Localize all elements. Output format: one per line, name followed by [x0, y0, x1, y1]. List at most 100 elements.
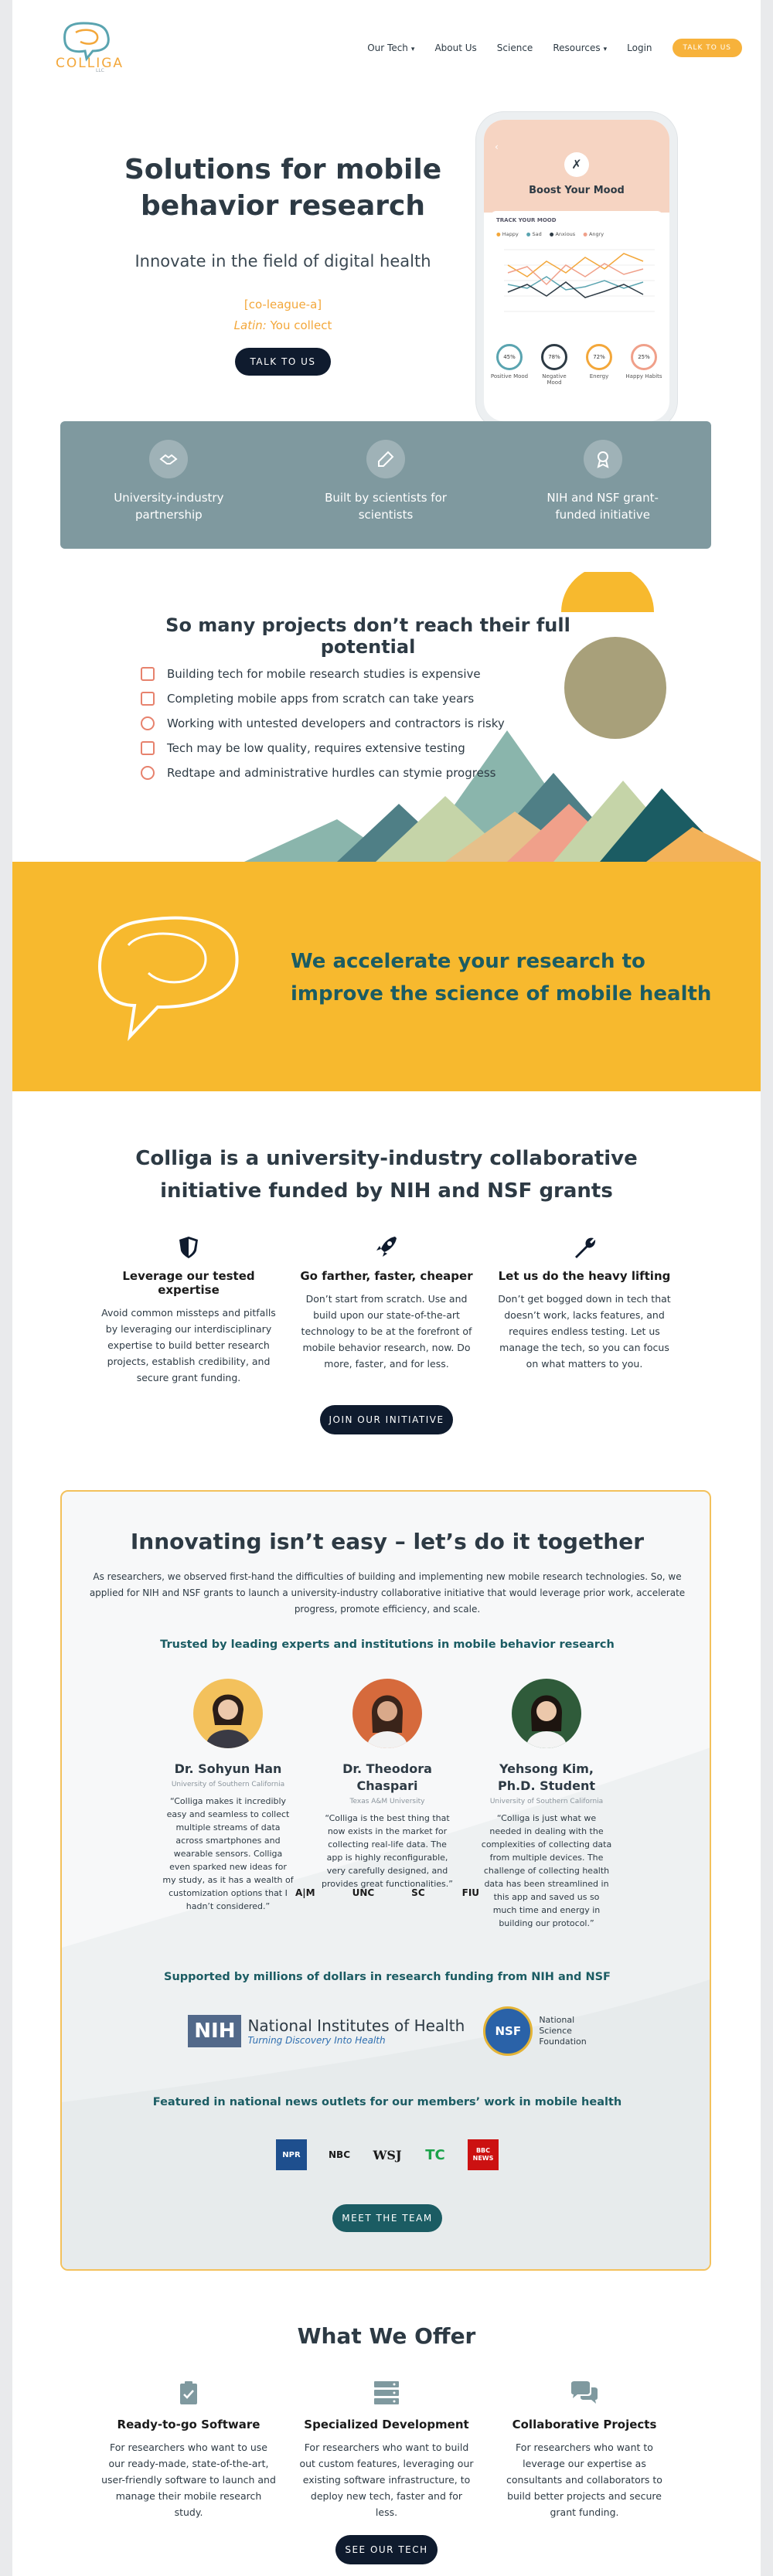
feature-partnership-label: University-industry partnership [114, 491, 224, 522]
nih-name: National Institutes of Health [247, 2016, 465, 2035]
fiu-logo: FIU [461, 1887, 480, 1898]
latin-text: You collect [270, 318, 332, 332]
wsj-logo: WSJ [373, 2147, 402, 2163]
collab-title: Colliga is a university-industry collabo… [135, 1147, 638, 1203]
legend-swatch: ● [549, 231, 554, 237]
problem-item: Working with untested developers and con… [141, 711, 512, 736]
nih-text: National Institutes of Health Turning Di… [247, 2016, 465, 2046]
techcrunch-logo: TC [425, 2146, 445, 2163]
npr-logo: NPR [276, 2139, 307, 2170]
stat-ring: 25% [631, 344, 657, 370]
stat-label: Happy Habits [625, 373, 662, 379]
stat-habits: 25% Happy Habits [625, 344, 663, 386]
calendar-icon [141, 692, 155, 706]
top-nav: COLLIGA LLC Our Tech ▾ About Us Science R… [12, 0, 761, 85]
legend-label: Sad [532, 231, 542, 237]
join-initiative-button[interactable]: JOIN OUR INITIATIVE [320, 1405, 453, 1434]
usc-logo: SC [411, 1887, 425, 1898]
nav-login[interactable]: Login [627, 43, 652, 53]
nsf-name-line: Science [539, 2026, 572, 2036]
legend-label: Anxious [555, 231, 576, 237]
nav-talk-to-us-button[interactable]: TALK TO US [672, 39, 742, 57]
collab-col-heading: Leverage our tested expertise [122, 1269, 255, 1297]
nsf-mark: NSF [483, 2006, 533, 2056]
testimonial-quote: “Colliga is the best thing that now exis… [322, 1813, 453, 1889]
server-icon [298, 2380, 475, 2418]
phone-header: ‹ ✗ Boost Your Mood [484, 120, 669, 213]
nav-resources[interactable]: Resources ▾ [553, 43, 607, 53]
hero-talk-to-us-button[interactable]: TALK TO US [235, 348, 331, 376]
colliga-outline-logo [98, 916, 239, 1041]
chevron-down-icon: ▾ [603, 46, 608, 53]
rocket-icon [298, 1235, 475, 1269]
stat-positive: 45% Positive Mood [490, 344, 529, 386]
collab-col-expertise: Leverage our tested expertise Avoid comm… [90, 1235, 288, 1386]
meet-team-button[interactable]: MEET THE TEAM [332, 2204, 442, 2232]
nih-mark: NIH [188, 2015, 242, 2047]
avatar [512, 1679, 581, 1748]
nbc-logo: NBC [329, 2149, 350, 2160]
phone-stats: 45% Positive Mood 78% Negative Mood 72% Ene… [490, 344, 663, 386]
phone-header-title: Boost Your Mood [529, 185, 625, 196]
nsf-name-line: National [539, 2015, 575, 2025]
wrench-icon [496, 1235, 673, 1269]
see-our-tech-button[interactable]: SEE OUR TECH [335, 2535, 438, 2564]
problems-list: Building tech for mobile research studie… [141, 662, 512, 785]
accelerate-text: We accelerate your research to improve t… [291, 945, 711, 1010]
problem-text: Working with untested developers and con… [167, 716, 505, 730]
mood-chart-card: TRACK YOUR MOOD ● Happy ● Sad ● Anxious … [490, 211, 663, 335]
feature-scientists: Built by scientists for scientists [278, 421, 495, 549]
problem-text: Tech may be low quality, requires extens… [167, 741, 465, 755]
problem-item: Tech may be low quality, requires extens… [141, 736, 512, 761]
featured-heading: Featured in national news outlets for ou… [152, 2096, 622, 2108]
nav-our-tech-label: Our Tech [367, 43, 408, 53]
legend-swatch: ● [526, 231, 531, 237]
logo-subtext: LLC [96, 68, 104, 73]
logo-text: COLLIGA [56, 56, 124, 71]
offer-col-heading: Specialized Development [304, 2418, 469, 2431]
flask-icon [366, 440, 405, 478]
avatar [352, 1679, 422, 1748]
stat-label: Negative Mood [542, 373, 567, 386]
handshake-icon [149, 440, 189, 478]
testimonial-affiliation: University of Southern California [489, 1798, 604, 1805]
nih-logo: NIH National Institutes of Health Turnin… [188, 2015, 465, 2047]
nsf-logo: NSF National Science Foundation [483, 2006, 587, 2056]
funder-logos: NIH National Institutes of Health Turnin… [62, 2006, 710, 2056]
hero-subtitle: Innovate in the field of digital health [135, 252, 431, 271]
feature-grants-label: NIH and NSF grant-funded initiative [547, 491, 659, 522]
track-label: TRACK YOUR MOOD [496, 217, 557, 223]
nav-science[interactable]: Science [497, 43, 533, 53]
nav-about-us[interactable]: About Us [434, 43, 476, 53]
together-title: Innovating isn’t easy – let’s do it toge… [130, 1529, 645, 1554]
shield-icon [100, 1235, 277, 1269]
broken-link-icon [141, 741, 155, 755]
accelerate-band: We accelerate your research to improve t… [12, 862, 761, 1091]
avatar [193, 1679, 263, 1748]
offer-col-software: Ready-to-go Software For researchers who… [90, 2380, 288, 2520]
legend-label: Happy [502, 231, 519, 237]
trusted-heading: Trusted by leading experts and instituti… [160, 1638, 615, 1651]
chevron-down-icon: ▾ [410, 46, 415, 53]
offer-col-heading: Collaborative Projects [512, 2418, 657, 2431]
dollar-icon [141, 667, 155, 681]
hero-pronunciation: [co-league-a] [243, 298, 322, 311]
testimonial-affiliation: Texas A&M University [349, 1798, 425, 1805]
legend-sad: ● Sad [526, 231, 542, 237]
news-logos: NPR NBC WSJ TC BBC NEWS [62, 2139, 710, 2170]
nav-links: Our Tech ▾ About Us Science Resources ▾ Lo… [367, 39, 742, 57]
testimonial-name: Yehsong Kim, Ph.D. Student [497, 1761, 596, 1793]
stat-ring: 72% [586, 344, 612, 370]
legend-swatch: ● [583, 231, 587, 237]
stat-negative: 78% Negative Mood [535, 344, 574, 386]
legend-anxious: ● Anxious [550, 231, 575, 237]
clipboard-icon [100, 2380, 277, 2418]
problem-text: Building tech for mobile research studie… [167, 667, 481, 681]
testimonial-name: Dr. Theodora Chaspari [342, 1761, 432, 1793]
chat-icon [496, 2380, 673, 2418]
problem-text: Redtape and administrative hurdles can s… [167, 766, 496, 780]
nav-resources-label: Resources [553, 43, 601, 53]
offer-col-development: Specialized Development For researchers … [288, 2380, 485, 2520]
nav-our-tech[interactable]: Our Tech ▾ [367, 43, 414, 53]
legend-label: Angry [588, 231, 604, 237]
